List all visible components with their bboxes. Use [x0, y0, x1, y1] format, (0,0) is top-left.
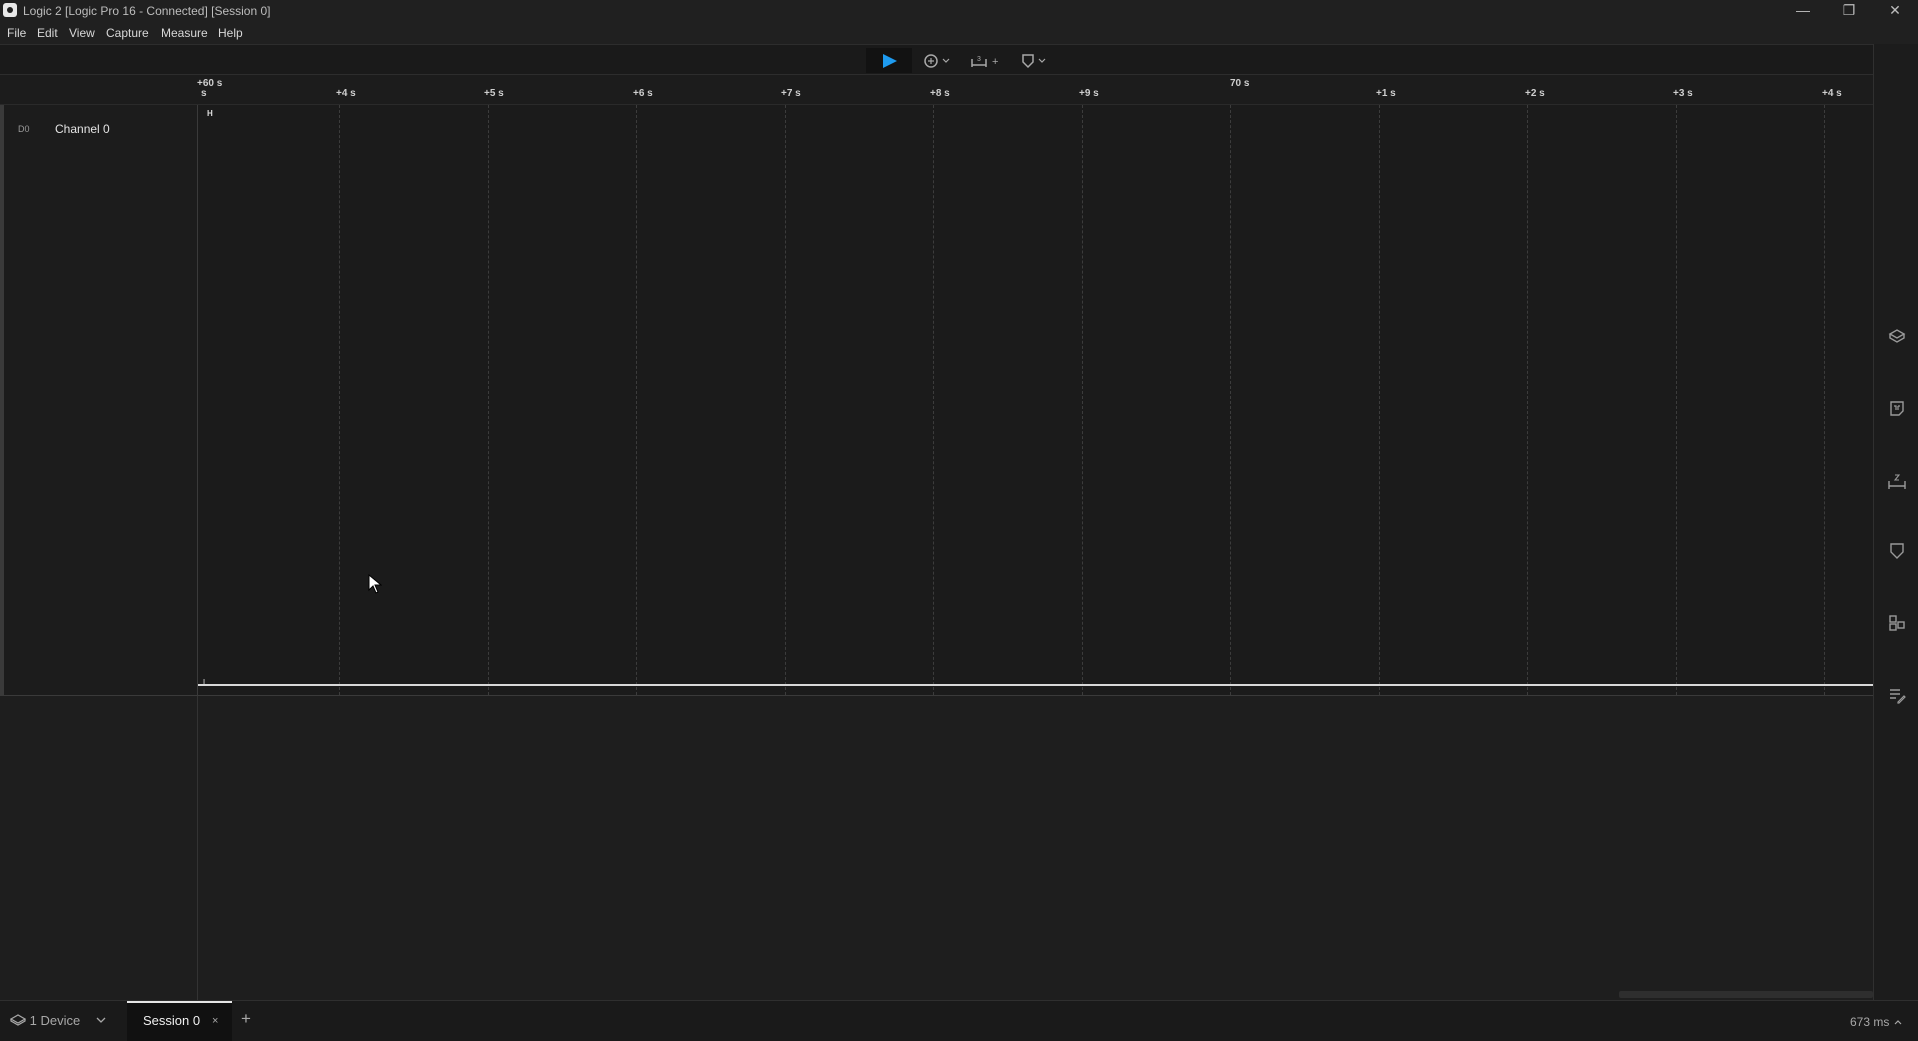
measurements-icon[interactable] [1887, 471, 1907, 491]
device-stack-icon [9, 1014, 27, 1026]
close-window-button[interactable]: ✕ [1872, 0, 1918, 22]
menu-view[interactable]: View [69, 26, 95, 40]
play-icon[interactable] [866, 48, 912, 73]
time-gridline [1676, 105, 1677, 695]
channel-high-marker: H [207, 109, 213, 118]
time-gridline [339, 105, 340, 695]
ruler-tick-label: +6 s [633, 88, 653, 99]
device-count-label: 1 Device [29, 1013, 81, 1028]
capture-toolbar: 3 + [0, 44, 1873, 75]
time-gridline [1527, 105, 1528, 695]
waveform-area[interactable]: H L [197, 105, 1874, 695]
channel-name[interactable]: Channel 0 [55, 122, 110, 136]
menu-measure[interactable]: Measure [161, 26, 208, 40]
measure-add-label: + [992, 56, 998, 68]
analyzers-icon[interactable] [1887, 398, 1907, 418]
add-session-button[interactable]: + [241, 1009, 251, 1029]
menu-file[interactable]: File [7, 26, 26, 40]
extensions-icon[interactable] [1887, 613, 1907, 633]
time-gridline [1230, 105, 1231, 695]
title-bar: Logic 2 [Logic Pro 16 - Connected] [Sess… [0, 0, 1918, 22]
marker-icon[interactable] [1020, 53, 1050, 69]
status-time-label: 673 ms [1850, 1015, 1890, 1029]
menu-edit[interactable]: Edit [37, 26, 58, 40]
chevron-down-icon [96, 1017, 106, 1023]
time-gridline [785, 105, 786, 695]
time-gridline [1082, 105, 1083, 695]
notes-icon[interactable] [1887, 685, 1907, 705]
ruler-tick-label: +2 s [1525, 88, 1545, 99]
ruler-tick-label: +5 s [484, 88, 504, 99]
session-tab-label: Session 0 [143, 1013, 201, 1028]
ruler-major-label: 70 s [1230, 78, 1250, 89]
time-gridline [1824, 105, 1825, 695]
ruler-tick-label: +7 s [781, 88, 801, 99]
minimize-button[interactable]: — [1780, 0, 1826, 22]
channel-signal-trace [198, 684, 1874, 686]
svg-text:3: 3 [977, 56, 981, 63]
ruler-tick-label: s [201, 88, 207, 99]
markers-icon[interactable] [1887, 541, 1907, 561]
ruler-tick-label: +3 s [1673, 88, 1693, 99]
app-logo-icon [3, 3, 17, 17]
status-readout[interactable]: 673 ms [1850, 1015, 1903, 1029]
ruler-tick-label: +1 s [1376, 88, 1396, 99]
time-gridline [1379, 105, 1380, 695]
channel-row[interactable]: D0 Channel 0 [4, 105, 197, 155]
time-ruler[interactable]: +60 s 70 s s +4 s +5 s +6 s +7 s +8 s +9… [0, 75, 1873, 105]
menu-help[interactable]: Help [218, 26, 243, 40]
time-gridline [488, 105, 489, 695]
maximize-button[interactable]: ❐ [1826, 0, 1872, 22]
ruler-tick-label: +8 s [930, 88, 950, 99]
tab-session[interactable]: Session 0 × [127, 1001, 232, 1041]
chevron-up-icon [1894, 1020, 1902, 1025]
panel-divider [197, 696, 198, 1001]
ruler-tick-label: +9 s [1079, 88, 1099, 99]
trigger-icon[interactable] [923, 53, 953, 69]
horizontal-scrollbar[interactable] [1619, 991, 1873, 998]
close-session-button[interactable]: × [212, 1015, 218, 1027]
channel-tag: D0 [18, 124, 30, 134]
menu-capture[interactable]: Capture [106, 26, 149, 40]
empty-channel-area [0, 695, 1873, 1001]
measure-icon[interactable]: 3 + [970, 53, 1002, 69]
bottom-bar: 1 Device Session 0 × + 673 ms [0, 1000, 1918, 1041]
window-title: Logic 2 [Logic Pro 16 - Connected] [Sess… [23, 4, 271, 18]
time-gridline [933, 105, 934, 695]
time-gridline [636, 105, 637, 695]
right-sidebar [1873, 44, 1918, 1000]
ruler-tick-label: +4 s [1822, 88, 1842, 99]
device-icon[interactable] [1887, 326, 1907, 346]
menu-bar: File Edit View Capture Measure Help [0, 22, 1918, 44]
device-selector[interactable]: 1 Device [9, 1013, 108, 1028]
ruler-tick-label: +4 s [336, 88, 356, 99]
channel-list: D0 Channel 0 [0, 105, 197, 695]
